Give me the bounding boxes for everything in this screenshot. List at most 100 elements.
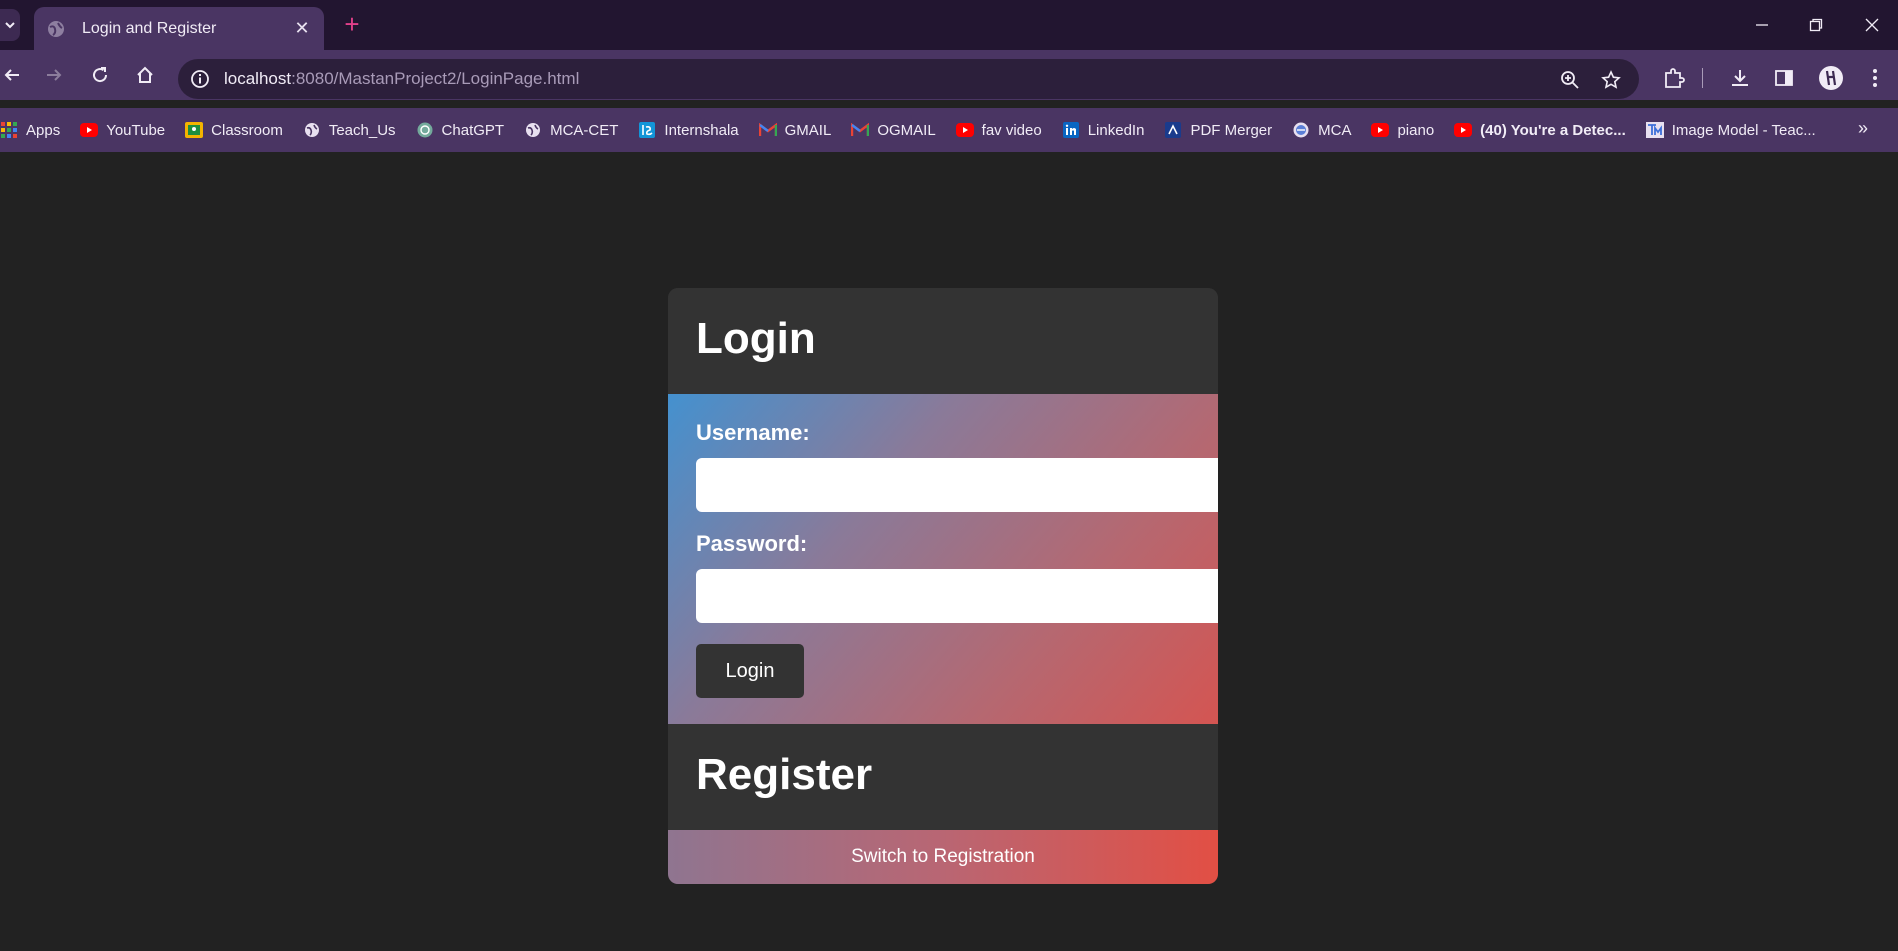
bookmark-item[interactable]: Apps [0, 121, 60, 139]
youtube-icon [80, 121, 99, 139]
bookmark-item[interactable]: LinkedIn [1062, 121, 1145, 139]
minimize-icon [1756, 24, 1768, 26]
back-arrow-icon [4, 69, 19, 81]
tab-strip: Login and Register ✕ + [0, 0, 1898, 50]
bookmark-label: ChatGPT [441, 121, 505, 139]
bookmark-label: GMAIL [784, 121, 832, 139]
password-label: Password: [696, 531, 808, 556]
address-bar[interactable]: localhost:8080/MastanProject2/LoginPage.… [178, 59, 1639, 99]
site-info-icon[interactable] [190, 69, 210, 89]
switch-to-registration-button[interactable]: Switch to Registration [668, 830, 1218, 884]
internshala-icon [638, 121, 656, 139]
bookmark-item[interactable]: PDF Merger [1164, 121, 1272, 139]
more-bookmarks-button[interactable]: » [1858, 118, 1868, 139]
chevron-down-icon [5, 22, 15, 29]
more-vertical-icon [1873, 69, 1877, 87]
avatar [1819, 66, 1843, 90]
bookmark-item[interactable]: ChatGPT [416, 121, 505, 139]
register-header: Register [668, 724, 1218, 830]
username-input[interactable] [696, 458, 1218, 512]
login-button[interactable]: Login [696, 644, 804, 698]
bookmark-label: Teach_Us [328, 121, 396, 139]
bookmark-item[interactable]: OGMAIL [851, 121, 936, 139]
globe-icon [524, 121, 542, 139]
youtube-icon [1371, 121, 1390, 139]
login-header: Login [668, 288, 1218, 394]
bookmark-item[interactable]: Teach_Us [303, 121, 396, 139]
bookmark-label: (40) You're a Detec... [1480, 121, 1626, 139]
url-path: :8080/MastanProject2/LoginPage.html [291, 69, 580, 88]
zoom-button[interactable] [1558, 68, 1582, 92]
apps-grid-icon [0, 121, 18, 139]
tab-search-button[interactable] [0, 9, 20, 41]
bookmark-item[interactable]: fav video [955, 121, 1042, 139]
restore-button[interactable] [1796, 10, 1836, 40]
bookmark-item[interactable]: MCA [1292, 121, 1351, 139]
toolbar-divider [1692, 63, 1712, 93]
reload-button[interactable] [88, 63, 112, 87]
username-label: Username: [696, 420, 810, 445]
login-form: Username: Password: Login [668, 394, 1218, 724]
linkedin-icon [1062, 121, 1080, 139]
youtube-icon [955, 121, 974, 139]
gmail-icon [758, 121, 777, 139]
new-tab-button[interactable]: + [338, 10, 366, 38]
url-host: localhost [224, 69, 292, 88]
pdf-merger-icon [1164, 121, 1182, 139]
profile-avatar-button[interactable] [1816, 63, 1846, 93]
bookmark-item[interactable]: GMAIL [758, 121, 832, 139]
bookmark-item[interactable]: Internshala [638, 121, 739, 139]
forward-arrow-icon [47, 69, 62, 81]
puzzle-piece-icon [1665, 68, 1685, 88]
home-icon [137, 66, 153, 83]
globe-icon [303, 121, 321, 139]
side-panel-icon [1775, 70, 1793, 86]
bookmark-label: Internshala [664, 121, 739, 139]
bookmark-item[interactable]: YouTube [80, 121, 165, 139]
classroom-icon [185, 121, 204, 139]
chatgpt-icon [416, 121, 434, 139]
side-panel-button[interactable] [1769, 63, 1799, 93]
star-icon [1601, 70, 1621, 89]
teachable-machine-icon [1645, 121, 1664, 139]
auth-card: Login Username: Password: Login Register… [668, 288, 1218, 884]
close-window-button[interactable] [1852, 10, 1892, 40]
downloads-button[interactable] [1725, 63, 1755, 93]
bookmark-label: fav video [981, 121, 1042, 139]
zoom-icon [1561, 71, 1579, 89]
bookmark-item[interactable]: piano [1371, 121, 1434, 139]
register-heading: Register [696, 750, 873, 799]
mca-icon [1292, 121, 1310, 139]
globe-icon [48, 20, 64, 37]
forward-button[interactable] [42, 63, 66, 87]
youtube-icon [1454, 121, 1473, 139]
bookmark-item[interactable]: Image Model - Teac... [1645, 121, 1816, 139]
bookmark-star-button[interactable] [1599, 68, 1623, 92]
extensions-button[interactable] [1659, 63, 1689, 93]
bookmark-label: OGMAIL [877, 121, 936, 139]
tab-login-and-register[interactable]: Login and Register ✕ [34, 7, 324, 50]
back-button[interactable] [0, 63, 24, 87]
restore-icon [1809, 18, 1823, 32]
browser-menu-button[interactable] [1860, 63, 1890, 93]
bookmark-label: MCA-CET [550, 121, 619, 139]
bookmark-label: MCA [1318, 121, 1352, 139]
minimize-button[interactable] [1742, 10, 1782, 40]
close-icon [1865, 18, 1879, 32]
bookmark-item[interactable]: (40) You're a Detec... [1454, 121, 1626, 139]
tab-title: Login and Register [82, 19, 217, 37]
login-heading: Login [696, 314, 816, 363]
tab-close-icon[interactable]: ✕ [292, 18, 312, 39]
bookmark-item[interactable]: MCA-CET [524, 121, 618, 139]
reload-icon [93, 67, 108, 83]
password-input[interactable] [696, 569, 1218, 623]
bookmark-label: Apps [26, 121, 61, 139]
bookmark-label: LinkedIn [1087, 121, 1145, 139]
bookmarks-bar: Apps YouTube Classroom Teach_Us ChatGPT MCA-C… [0, 108, 1898, 152]
bookmark-label: Classroom [211, 121, 283, 139]
bookmark-label: YouTube [106, 121, 166, 139]
gmail-icon [851, 121, 870, 139]
bookmark-label: piano [1397, 121, 1435, 139]
home-button[interactable] [133, 63, 157, 87]
bookmark-item[interactable]: Classroom [185, 121, 283, 139]
